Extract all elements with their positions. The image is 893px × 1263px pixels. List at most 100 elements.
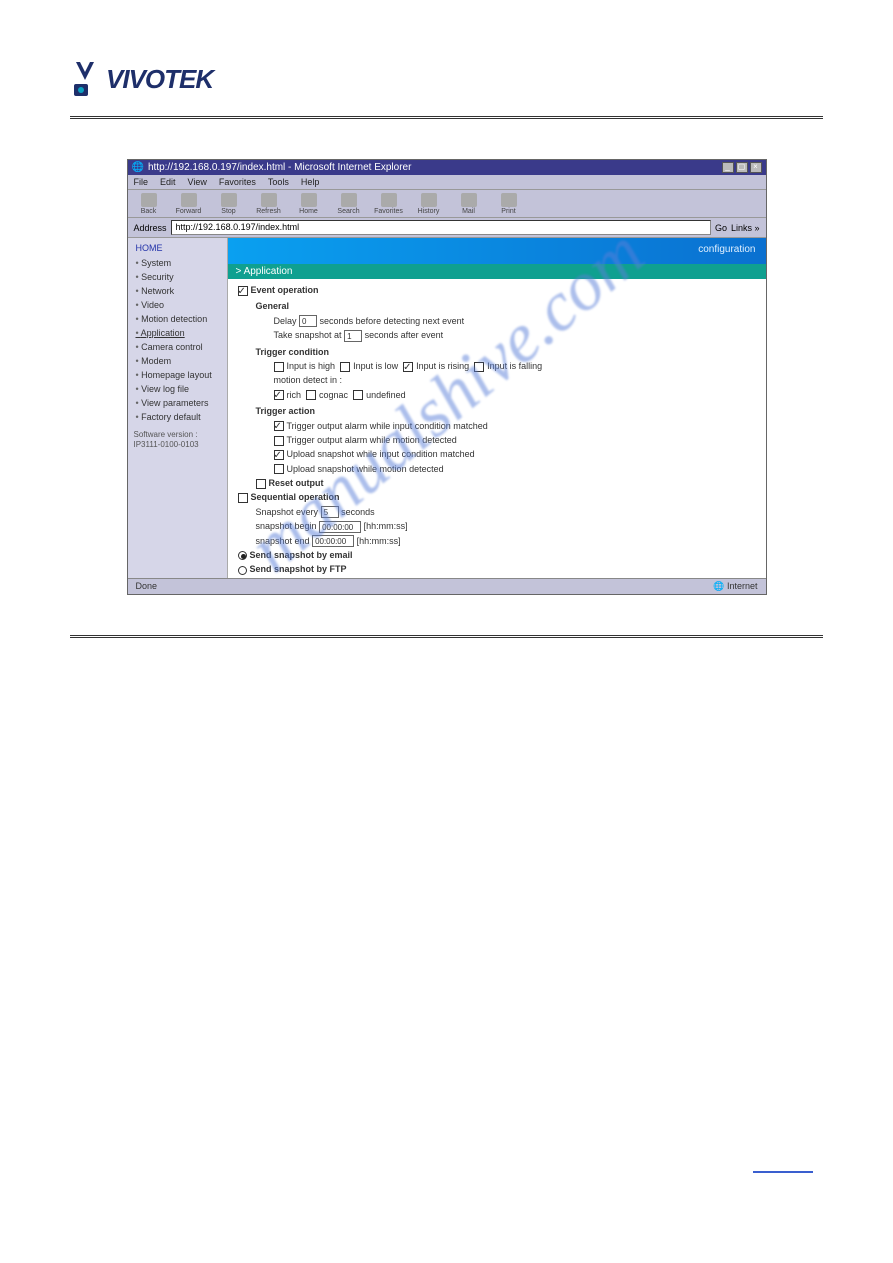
tc-low-checkbox[interactable] xyxy=(340,362,350,372)
sidebar-item-video[interactable]: Video xyxy=(128,298,227,312)
close-button[interactable]: × xyxy=(750,162,762,173)
favorites-button[interactable]: Favorites xyxy=(374,193,404,215)
ta-up-motion-checkbox[interactable] xyxy=(274,464,284,474)
snap-pre: Take snapshot at xyxy=(274,330,342,340)
configuration-label: configuration xyxy=(698,244,755,255)
menu-file[interactable]: File xyxy=(134,177,149,187)
go-button[interactable]: Go xyxy=(715,223,727,233)
event-operation-label: Event operation xyxy=(251,285,319,295)
trigger-condition-label: Trigger condition xyxy=(256,345,756,359)
seq-every-pre: Snapshot every xyxy=(256,507,319,517)
refresh-button[interactable]: Refresh xyxy=(254,193,284,215)
internet-icon: 🌐 xyxy=(713,581,724,591)
address-bar: Address http://192.168.0.197/index.html … xyxy=(128,218,766,238)
toolbar: Back Forward Stop Refresh Home Search Fa… xyxy=(128,190,766,218)
address-label: Address xyxy=(134,223,167,233)
reset-output-checkbox[interactable] xyxy=(256,479,266,489)
ta-out-input-checkbox[interactable] xyxy=(274,421,284,431)
sidebar-item-homepage-layout[interactable]: Homepage layout xyxy=(128,368,227,382)
footer-link xyxy=(753,1163,813,1173)
sw-version-label: Software version : xyxy=(134,430,198,439)
logo: VIVOTEK xyxy=(70,60,823,98)
seq-end-fmt: [hh:mm:ss] xyxy=(357,536,401,546)
search-button[interactable]: Search xyxy=(334,193,364,215)
sidebar-item-system[interactable]: System xyxy=(128,256,227,270)
print-button[interactable]: Print xyxy=(494,193,524,215)
reset-output-label: Reset output xyxy=(269,478,324,488)
tc-falling-label: Input is falling xyxy=(487,361,542,371)
banner: configuration xyxy=(228,238,766,264)
home-button[interactable]: Home xyxy=(294,193,324,215)
delay-input[interactable]: 0 xyxy=(299,315,317,327)
menubar: File Edit View Favorites Tools Help xyxy=(128,175,766,190)
m-undef-checkbox[interactable] xyxy=(353,390,363,400)
seq-op-checkbox[interactable] xyxy=(238,493,248,503)
mail-button[interactable]: Mail xyxy=(454,193,484,215)
tc-low-label: Input is low xyxy=(353,361,398,371)
m-cognac-checkbox[interactable] xyxy=(306,390,316,400)
tc-rising-label: Input is rising xyxy=(416,361,469,371)
sidebar: HOME System Security Network Video Motio… xyxy=(128,238,228,578)
seq-end-input[interactable]: 00:00:00 xyxy=(312,535,354,547)
titlebar: 🌐 http://192.168.0.197/index.html - Micr… xyxy=(128,160,766,175)
seq-every-post: seconds xyxy=(341,507,375,517)
divider-bottom xyxy=(70,635,823,638)
forward-button[interactable]: Forward xyxy=(174,193,204,215)
stop-button[interactable]: Stop xyxy=(214,193,244,215)
status-bar: Done 🌐 Internet xyxy=(128,578,766,594)
send-ftp-label: Send snapshot by FTP xyxy=(250,564,347,574)
motion-in-label: motion detect in : xyxy=(274,373,756,387)
sidebar-item-factory-default[interactable]: Factory default xyxy=(128,410,227,424)
tc-high-label: Input is high xyxy=(287,361,336,371)
menu-edit[interactable]: Edit xyxy=(160,177,176,187)
m-rich-checkbox[interactable] xyxy=(274,390,284,400)
send-email-radio[interactable] xyxy=(238,551,247,560)
seq-begin-input[interactable]: 00:00:00 xyxy=(319,521,361,533)
logo-text: VIVOTEK xyxy=(106,64,213,95)
ta-out-motion-checkbox[interactable] xyxy=(274,436,284,446)
menu-help[interactable]: Help xyxy=(301,177,320,187)
sidebar-item-view-params[interactable]: View parameters xyxy=(128,396,227,410)
links-label[interactable]: Links » xyxy=(731,223,760,233)
ta-up-input-label: Upload snapshot while input condition ma… xyxy=(287,449,475,459)
status-right: Internet xyxy=(727,581,758,591)
divider-top xyxy=(70,116,823,119)
sidebar-home[interactable]: HOME xyxy=(128,238,227,256)
tc-rising-checkbox[interactable] xyxy=(403,362,413,372)
sidebar-item-camera-control[interactable]: Camera control xyxy=(128,340,227,354)
maximize-button[interactable]: ▢ xyxy=(736,162,748,173)
sidebar-item-motion[interactable]: Motion detection xyxy=(128,312,227,326)
sidebar-item-network[interactable]: Network xyxy=(128,284,227,298)
ta-up-input-checkbox[interactable] xyxy=(274,450,284,460)
seq-every-input[interactable]: 5 xyxy=(321,506,339,518)
menu-favorites[interactable]: Favorites xyxy=(219,177,256,187)
menu-tools[interactable]: Tools xyxy=(268,177,289,187)
address-input[interactable]: http://192.168.0.197/index.html xyxy=(171,220,711,235)
event-operation-checkbox[interactable] xyxy=(238,286,248,296)
delay-post: seconds before detecting next event xyxy=(320,316,465,326)
snap-input[interactable]: 1 xyxy=(344,330,362,342)
delay-pre: Delay xyxy=(274,316,297,326)
ie-icon: 🌐 xyxy=(132,162,144,173)
snap-post: seconds after event xyxy=(365,330,444,340)
tc-falling-checkbox[interactable] xyxy=(474,362,484,372)
ta-up-motion-label: Upload snapshot while motion detected xyxy=(287,464,444,474)
sidebar-item-modem[interactable]: Modem xyxy=(128,354,227,368)
seq-end-pre: snapshot end xyxy=(256,536,310,546)
trigger-action-label: Trigger action xyxy=(256,404,756,418)
ta-out-input-label: Trigger output alarm while input conditi… xyxy=(287,421,488,431)
section-header: > Application xyxy=(228,264,766,279)
send-ftp-radio[interactable] xyxy=(238,566,247,575)
sidebar-item-view-log[interactable]: View log file xyxy=(128,382,227,396)
back-button[interactable]: Back xyxy=(134,193,164,215)
browser-window: 🌐 http://192.168.0.197/index.html - Micr… xyxy=(127,159,767,595)
m-cognac-label: cognac xyxy=(319,390,348,400)
m-undef-label: undefined xyxy=(366,390,406,400)
main-panel: configuration > Application Event operat… xyxy=(228,238,766,578)
history-button[interactable]: History xyxy=(414,193,444,215)
tc-high-checkbox[interactable] xyxy=(274,362,284,372)
minimize-button[interactable]: _ xyxy=(722,162,734,173)
menu-view[interactable]: View xyxy=(188,177,207,187)
sidebar-item-security[interactable]: Security xyxy=(128,270,227,284)
sidebar-item-application[interactable]: Application xyxy=(128,326,227,340)
